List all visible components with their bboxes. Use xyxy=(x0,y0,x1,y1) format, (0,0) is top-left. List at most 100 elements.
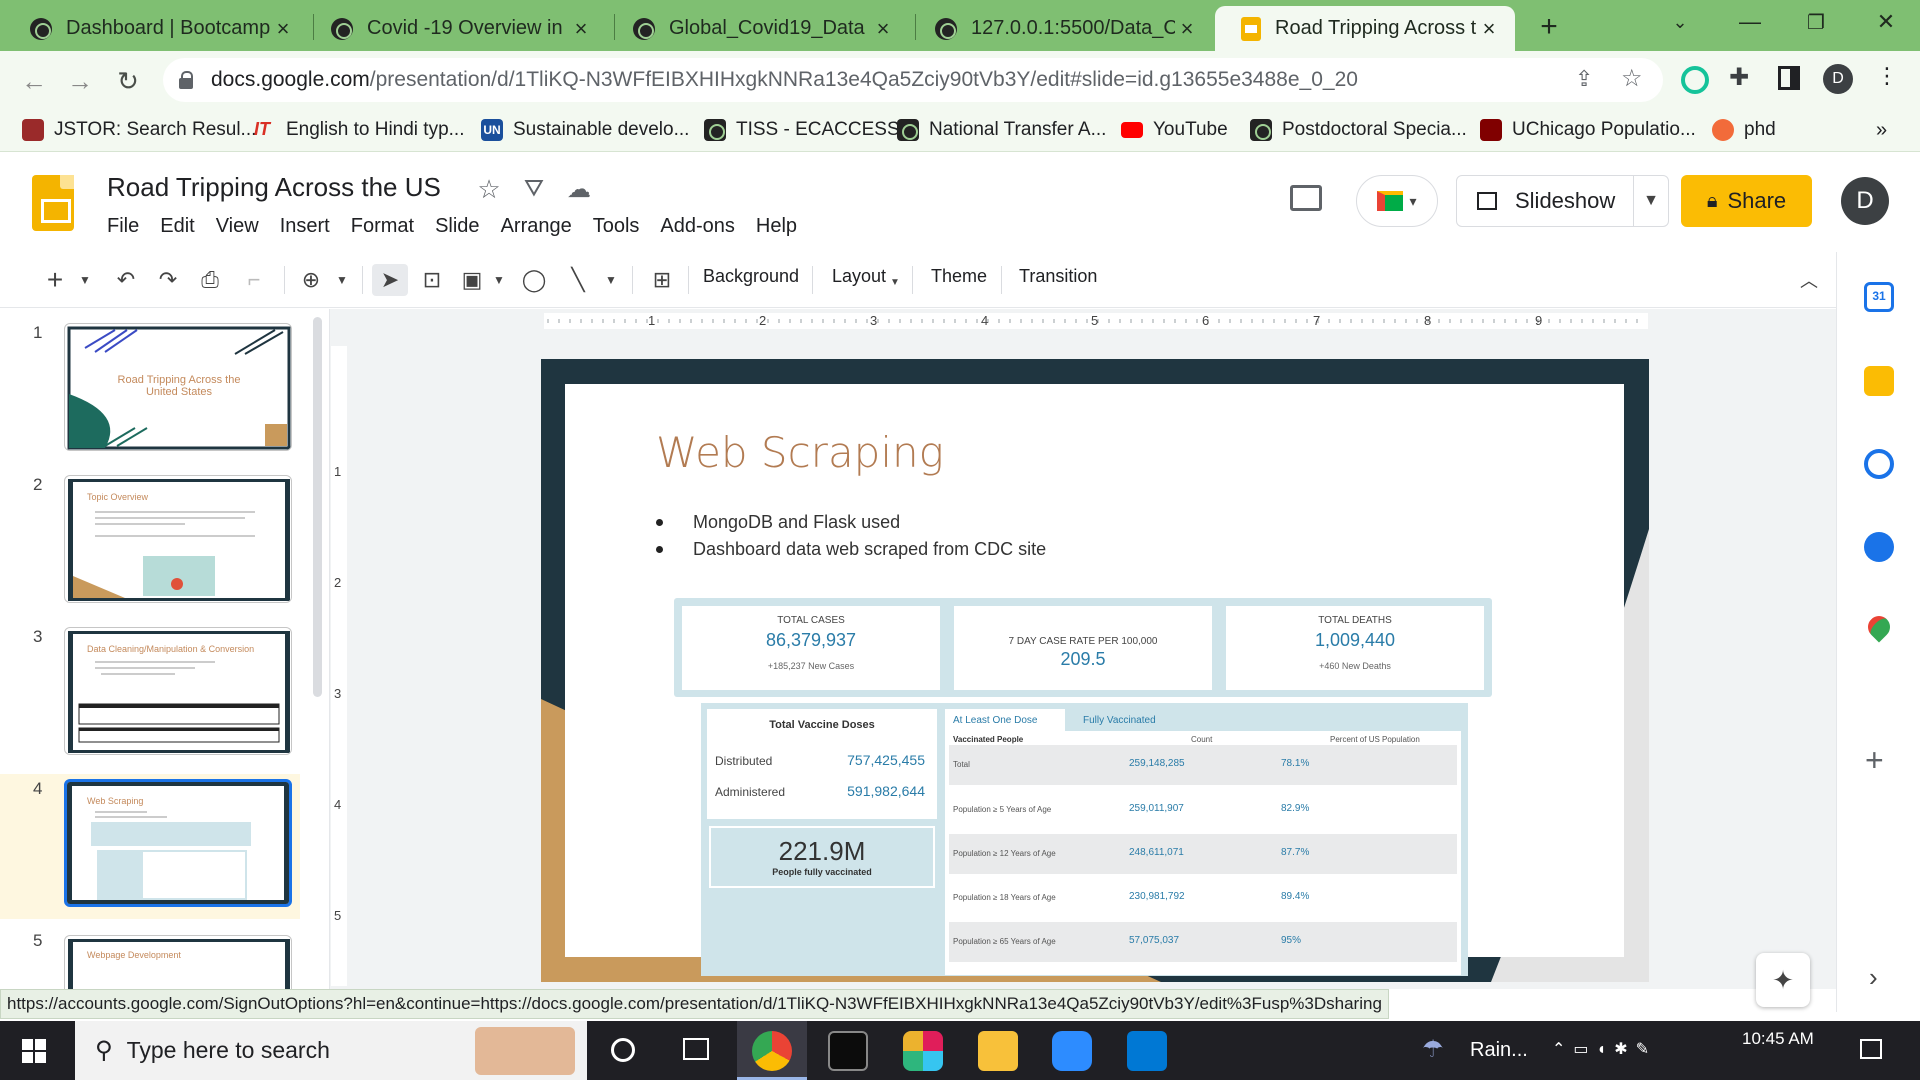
image-chevron-icon[interactable]: ▼ xyxy=(490,264,508,296)
slack-icon[interactable] xyxy=(903,1031,943,1071)
menu-view[interactable]: View xyxy=(216,215,259,238)
browser-menu-icon[interactable]: ⋮ xyxy=(1876,63,1898,89)
taskbar-clock[interactable]: 10:45 AM xyxy=(1742,1027,1814,1051)
more-bookmarks-chevron[interactable]: » xyxy=(1876,116,1887,144)
theme-button[interactable]: Theme xyxy=(931,266,987,287)
layout-chevron-icon[interactable]: ▼ xyxy=(888,266,902,298)
shape-icon[interactable]: ◯ xyxy=(518,264,550,296)
grammarly-extension-icon[interactable] xyxy=(1681,66,1709,94)
zoom-app-icon[interactable] xyxy=(1052,1031,1092,1071)
browser-tab[interactable]: 127.0.0.1:5500/Data_Conv × xyxy=(909,6,1213,51)
address-bar[interactable]: docs.google.com/presentation/d/1TliKQ-N3… xyxy=(163,58,1663,102)
menu-slide[interactable]: Slide xyxy=(435,215,479,238)
bullet-item[interactable]: MongoDB and Flask used xyxy=(656,512,900,533)
file-explorer-icon[interactable] xyxy=(978,1031,1018,1071)
terminal-icon[interactable] xyxy=(828,1031,868,1071)
bookmark-phd[interactable]: phd xyxy=(1712,116,1776,144)
add-comment-icon[interactable]: ⊞ xyxy=(646,264,678,296)
close-tab-icon[interactable]: × xyxy=(1477,16,1501,42)
notifications-icon[interactable] xyxy=(1860,1039,1882,1059)
slide-thumbnail[interactable]: Data Cleaning/Manipulation & Conversion xyxy=(64,627,292,755)
new-slide-chevron-icon[interactable]: ▼ xyxy=(76,264,94,296)
extensions-puzzle-icon[interactable]: ✚ xyxy=(1729,63,1749,92)
task-view-icon[interactable] xyxy=(683,1038,709,1060)
collapse-toolbar-icon[interactable]: ︿ xyxy=(1794,264,1824,296)
cloud-saved-icon[interactable]: ☁ xyxy=(564,174,594,204)
transition-button[interactable]: Transition xyxy=(1019,266,1097,287)
profile-avatar[interactable]: D xyxy=(1823,64,1853,94)
bookmark-nta[interactable]: National Transfer A... xyxy=(897,116,1106,144)
maps-icon[interactable] xyxy=(1863,611,1895,643)
explore-icon[interactable]: ✦ xyxy=(1756,953,1810,1007)
share-button[interactable]: 🔒︎ Share xyxy=(1681,175,1812,227)
star-icon[interactable]: ☆ xyxy=(474,174,504,204)
line-chevron-icon[interactable]: ▼ xyxy=(602,264,620,296)
minimize-icon[interactable]: — xyxy=(1720,0,1780,44)
document-title[interactable]: Road Tripping Across the US xyxy=(107,172,441,203)
menu-help[interactable]: Help xyxy=(756,215,797,238)
vscode-icon[interactable] xyxy=(1127,1031,1167,1071)
bookmark-un[interactable]: UN Sustainable develo... xyxy=(481,116,689,144)
weather-text[interactable]: Rain... xyxy=(1470,1039,1528,1062)
restore-icon[interactable]: ❐ xyxy=(1786,0,1846,44)
menu-file[interactable]: File xyxy=(107,215,139,238)
browser-tab[interactable]: Global_Covid19_Data × xyxy=(607,6,909,51)
menu-format[interactable]: Format xyxy=(351,215,414,238)
menu-arrange[interactable]: Arrange xyxy=(501,215,572,238)
layout-button[interactable]: Layout xyxy=(832,266,886,287)
bookmark-postdoc[interactable]: Postdoctoral Specia... xyxy=(1250,116,1467,144)
start-slideshow[interactable]: Slideshow xyxy=(1457,176,1634,226)
bullet-item[interactable]: Dashboard data web scraped from CDC site xyxy=(656,539,1046,560)
close-window-icon[interactable]: ✕ xyxy=(1856,0,1916,44)
share-page-icon[interactable]: ⇪ xyxy=(1575,66,1593,92)
bookmark-tiss[interactable]: TISS - ECACCESS xyxy=(704,116,900,144)
add-addon-plus-icon[interactable]: + xyxy=(1865,742,1884,779)
comments-icon[interactable] xyxy=(1290,185,1322,211)
current-slide[interactable]: Web Scraping MongoDB and Flask used Dash… xyxy=(541,359,1649,982)
calendar-icon[interactable]: 31 xyxy=(1864,282,1894,312)
tasks-icon[interactable] xyxy=(1864,449,1894,479)
filmstrip-scrollbar[interactable] xyxy=(313,317,322,697)
browser-tab-active[interactable]: Road Tripping Across the × xyxy=(1215,6,1515,51)
back-icon[interactable]: ← xyxy=(16,63,52,99)
menu-addons[interactable]: Add-ons xyxy=(660,215,735,238)
close-tab-icon[interactable]: × xyxy=(871,16,895,42)
menu-insert[interactable]: Insert xyxy=(280,215,330,238)
reload-icon[interactable]: ↻ xyxy=(110,63,146,99)
slide-thumbnail[interactable]: Road Tripping Across the United States xyxy=(64,323,292,451)
account-avatar[interactable]: D xyxy=(1841,177,1889,225)
slideshow-button[interactable]: Slideshow ▼ xyxy=(1456,175,1669,227)
cdc-vaccine-image[interactable]: Total Vaccine Doses Distributed 757,425,… xyxy=(701,703,1468,976)
tab-search-chevron-icon[interactable]: ⌄ xyxy=(1650,0,1710,44)
print-icon[interactable]: ⎙ xyxy=(194,264,226,296)
redo-icon[interactable]: ↷ xyxy=(152,264,184,296)
chrome-taskbar-active[interactable] xyxy=(737,1021,807,1080)
close-tab-icon[interactable]: × xyxy=(271,16,295,42)
close-tab-icon[interactable]: × xyxy=(1175,16,1199,42)
text-box-icon[interactable]: ⊡ xyxy=(416,264,448,296)
bookmark-star-icon[interactable]: ☆ xyxy=(1621,64,1643,93)
move-folder-icon[interactable]: ⛛ xyxy=(519,174,549,204)
new-tab-button[interactable]: + xyxy=(1530,8,1568,46)
system-tray-icons[interactable]: ⌃▭◖✱✎ xyxy=(1552,1039,1657,1059)
slides-logo-icon[interactable] xyxy=(32,175,74,231)
forward-icon[interactable]: → xyxy=(62,63,98,99)
undo-icon[interactable]: ↶ xyxy=(110,264,142,296)
side-panel-icon[interactable] xyxy=(1778,66,1800,90)
select-cursor-icon[interactable]: ➤ xyxy=(372,264,408,296)
new-slide-plus-icon[interactable]: + xyxy=(40,264,70,296)
contacts-icon[interactable] xyxy=(1864,532,1894,562)
browser-tab[interactable]: Dashboard | Bootcamp Sp × xyxy=(4,6,309,51)
menu-tools[interactable]: Tools xyxy=(593,215,640,238)
slide-thumbnail-selected[interactable]: Web Scraping xyxy=(64,779,292,907)
browser-tab[interactable]: Covid -19 Overview in Un × xyxy=(305,6,607,51)
background-button[interactable]: Background xyxy=(703,266,799,287)
bookmark-hindi[interactable]: IT English to Hindi typ... xyxy=(254,116,464,144)
zoom-icon[interactable]: ⊕ xyxy=(295,264,327,296)
paint-format-icon[interactable]: ⌐ xyxy=(238,264,270,296)
windows-start-icon[interactable] xyxy=(22,1039,46,1063)
menu-edit[interactable]: Edit xyxy=(160,215,194,238)
slideshow-options-chevron-icon[interactable]: ▼ xyxy=(1634,192,1668,210)
slide-thumbnail[interactable]: Topic Overview xyxy=(64,475,292,603)
bookmark-youtube[interactable]: YouTube xyxy=(1121,116,1228,144)
